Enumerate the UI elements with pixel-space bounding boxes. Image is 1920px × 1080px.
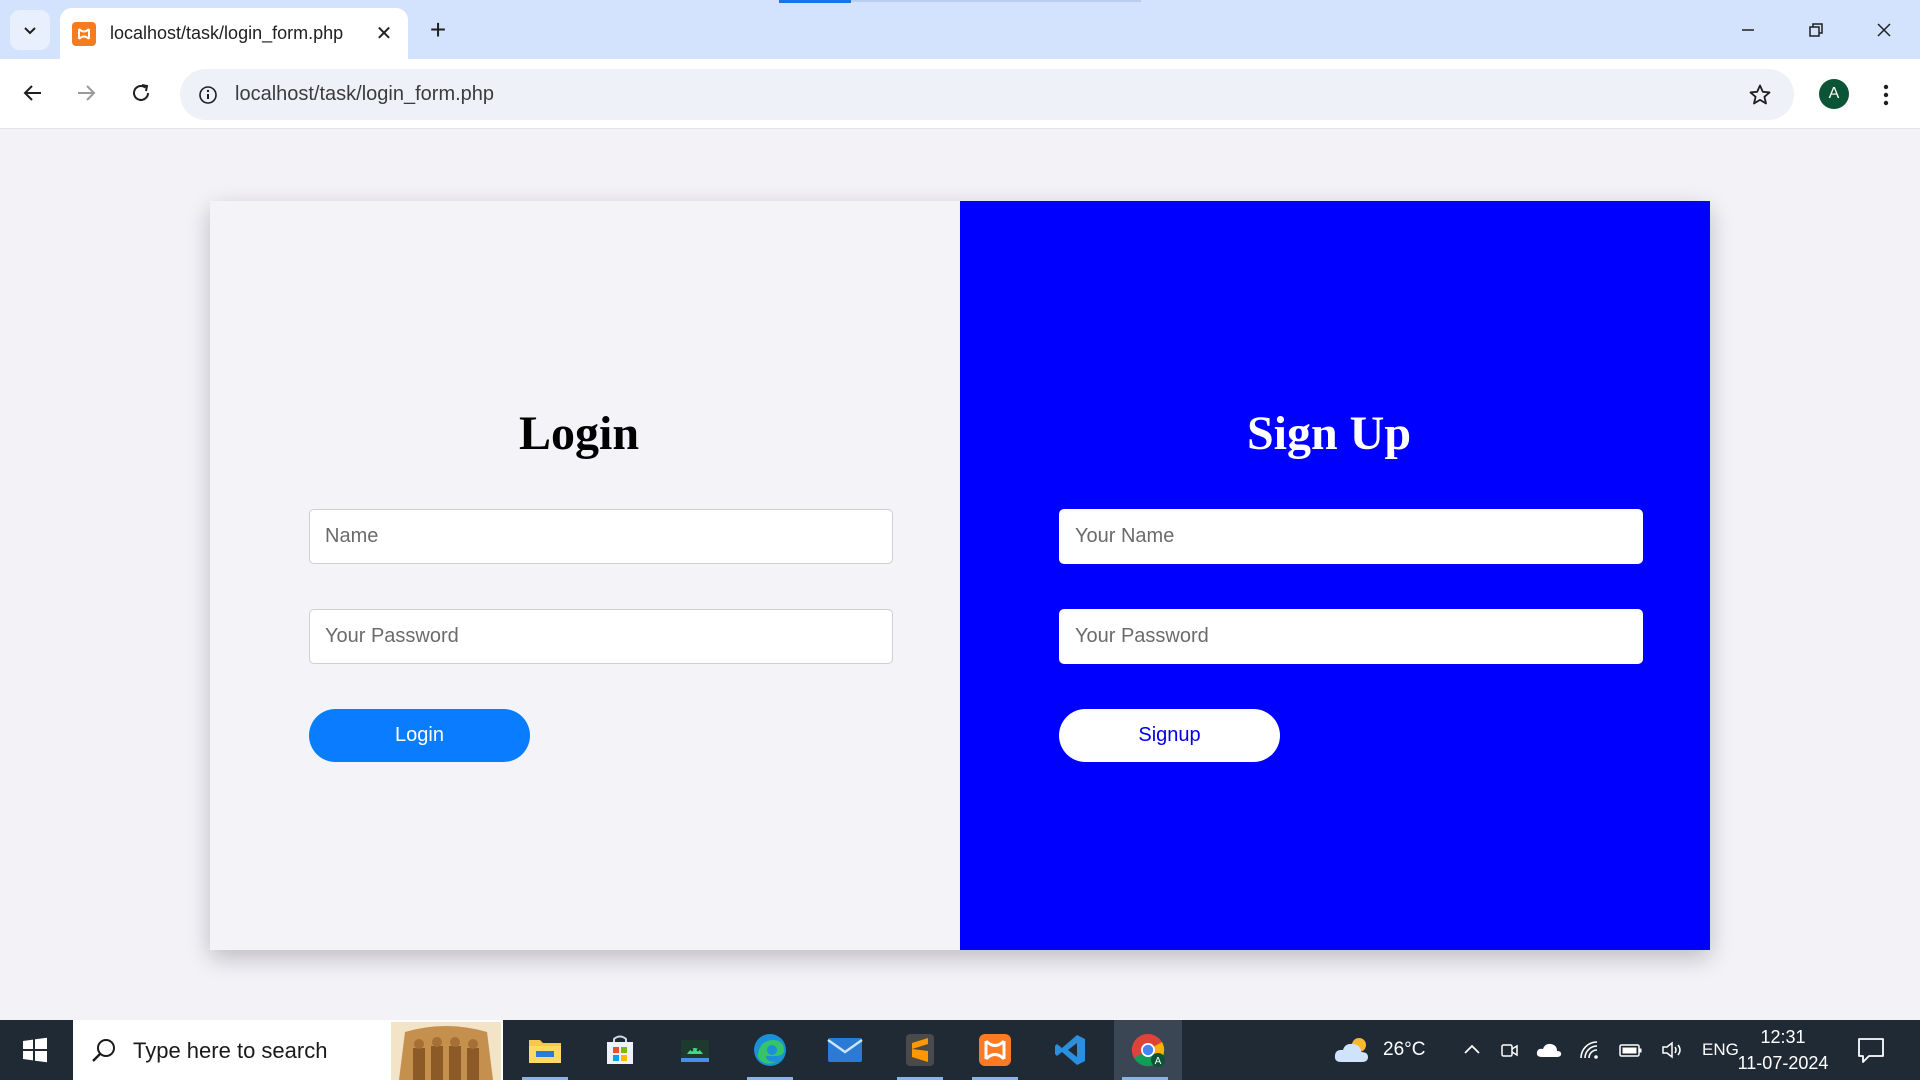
tab-title: localhost/task/login_form.php: [110, 23, 344, 43]
chrome-icon: A: [1131, 1033, 1165, 1067]
forward-button[interactable]: [66, 73, 106, 113]
profile-avatar[interactable]: A: [1819, 79, 1849, 109]
chevron-up-icon[interactable]: [1462, 1040, 1482, 1060]
chevron-down-icon: [24, 27, 36, 35]
minimize-icon: [1742, 29, 1754, 31]
signup-password-input[interactable]: [1059, 609, 1643, 664]
bookmark-star-icon[interactable]: [1744, 79, 1776, 111]
close-icon: [1877, 23, 1891, 37]
sublime-text-icon: [906, 1034, 934, 1066]
browser-tabstrip: localhost/task/login_form.php ✕ +: [0, 0, 1920, 59]
reload-icon: [133, 84, 149, 101]
tab-close-icon[interactable]: ✕: [370, 20, 398, 48]
address-bar[interactable]: localhost/task/login_form.php: [180, 69, 1794, 120]
restore-button[interactable]: [1790, 8, 1842, 52]
notification-center-icon[interactable]: [1855, 1034, 1887, 1066]
close-window-button[interactable]: [1858, 8, 1910, 52]
taskbar-chrome[interactable]: A: [1114, 1020, 1182, 1080]
volume-icon[interactable]: [1661, 1040, 1685, 1060]
taskbar-mail[interactable]: [814, 1020, 876, 1080]
search-placeholder: Type here to search: [133, 1038, 328, 1063]
back-button[interactable]: [13, 73, 53, 113]
system-tray: ENG: [1462, 1020, 1739, 1080]
taskbar-vscode[interactable]: [1039, 1020, 1101, 1080]
login-panel: Login Login: [210, 201, 960, 950]
weather-cloud-icon: [1334, 1038, 1368, 1062]
browser-toolbar: localhost/task/login_form.php A: [0, 59, 1920, 129]
vscode-icon: [1055, 1035, 1085, 1065]
taskbar-file-explorer[interactable]: [514, 1020, 576, 1080]
login-heading: Login: [518, 407, 640, 460]
edge-icon: [754, 1034, 786, 1066]
new-tab-button[interactable]: +: [422, 14, 454, 46]
signup-button[interactable]: Signup: [1059, 709, 1280, 762]
browser-tab[interactable]: localhost/task/login_form.php ✕: [60, 8, 408, 59]
login-button[interactable]: Login: [309, 709, 530, 762]
login-name-input[interactable]: [309, 509, 893, 564]
xampp-icon: [979, 1034, 1011, 1066]
tab-loading-indicator: [779, 0, 851, 3]
reload-button[interactable]: [121, 73, 161, 113]
login-password-input[interactable]: [309, 609, 893, 664]
store-icon: [607, 1035, 633, 1064]
more-vertical-icon: [1883, 84, 1889, 106]
wifi-icon[interactable]: [1579, 1040, 1601, 1060]
windows-logo-icon: [23, 1037, 47, 1063]
tab-loading-track: [851, 0, 1141, 2]
taskbar-android-studio[interactable]: [664, 1020, 726, 1080]
weather-temperature: 26°C: [1383, 1039, 1426, 1060]
minimize-button[interactable]: [1722, 8, 1774, 52]
url-text[interactable]: localhost/task/login_form.php: [235, 83, 494, 106]
tab-search-button[interactable]: [10, 10, 50, 50]
clock-time: 12:31: [1760, 1027, 1806, 1047]
taskbar: Type here to search A 26°C ENG 12:31 11-…: [0, 1020, 1920, 1080]
clock-date: 11-07-2024: [1737, 1053, 1829, 1073]
arrow-right-icon: [78, 85, 96, 101]
taskbar-edge[interactable]: [739, 1020, 801, 1080]
signup-name-input[interactable]: [1059, 509, 1643, 564]
taskbar-microsoft-store[interactable]: [589, 1020, 651, 1080]
taskbar-sublime-text[interactable]: [889, 1020, 951, 1080]
xampp-favicon-icon: [72, 21, 96, 46]
signup-panel: Sign Up Signup: [960, 201, 1710, 950]
browser-menu-button[interactable]: [1870, 77, 1902, 113]
restore-icon: [1809, 23, 1823, 37]
weather-widget[interactable]: 26°C: [1333, 1020, 1425, 1080]
search-icon: [92, 1039, 115, 1062]
svg-text:A: A: [1155, 1056, 1162, 1067]
onedrive-cloud-icon[interactable]: [1536, 1041, 1562, 1059]
meet-now-icon[interactable]: [1499, 1040, 1519, 1060]
taskbar-clock[interactable]: 12:31 11-07-2024: [1728, 1024, 1838, 1076]
start-button[interactable]: [0, 1020, 70, 1080]
search-highlight-image: [391, 1022, 501, 1080]
android-studio-icon: [681, 1040, 709, 1062]
auth-card: Login Login Sign Up Signup: [210, 201, 1710, 950]
battery-icon[interactable]: [1618, 1041, 1644, 1059]
taskbar-search-box[interactable]: Type here to search: [73, 1020, 503, 1080]
folder-icon: [529, 1040, 561, 1063]
signup-heading: Sign Up: [1246, 407, 1412, 460]
site-info-icon[interactable]: [192, 79, 224, 111]
arrow-left-icon: [23, 85, 41, 101]
mail-icon: [827, 1038, 863, 1062]
taskbar-xampp[interactable]: [964, 1020, 1026, 1080]
